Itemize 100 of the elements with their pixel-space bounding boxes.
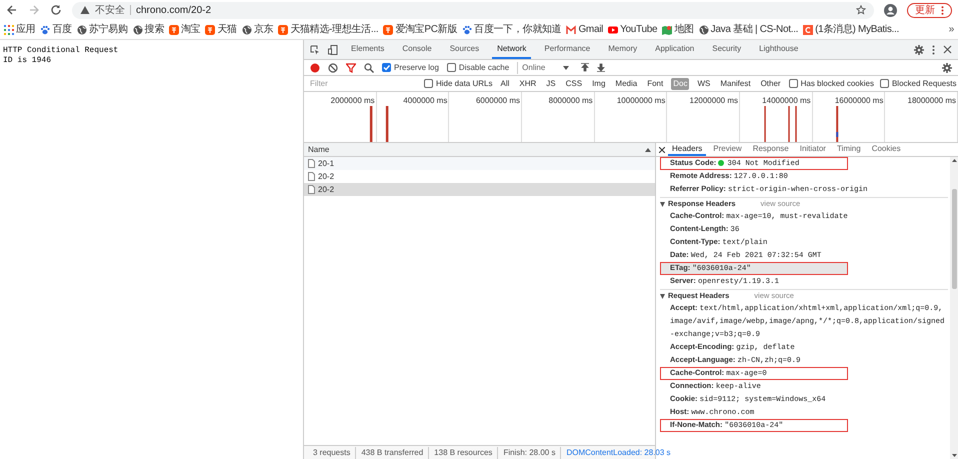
resource-type-filter[interactable]: JS bbox=[544, 78, 558, 90]
disable-cache-checkbox[interactable]: Disable cache bbox=[446, 62, 510, 74]
more-bookmarks-button[interactable]: » bbox=[948, 22, 954, 37]
map-icon bbox=[662, 24, 672, 34]
bookmark[interactable]: 天猫 bbox=[205, 22, 237, 37]
status-text: Finish: 28.00 s bbox=[498, 446, 562, 458]
detail-tab[interactable]: Response bbox=[748, 143, 793, 156]
page-text: ID is 1946 bbox=[3, 56, 52, 66]
star-icon bbox=[856, 5, 866, 15]
tao-icon bbox=[169, 24, 180, 34]
resource-type-filter[interactable]: All bbox=[498, 78, 512, 90]
devtools-tab[interactable]: Lighthouse bbox=[754, 40, 804, 59]
checkbox-icon[interactable] bbox=[446, 63, 456, 72]
inspect-icon bbox=[310, 44, 320, 54]
checkbox-icon[interactable] bbox=[788, 79, 798, 88]
detail-tab[interactable]: Headers bbox=[668, 143, 706, 156]
detail-tab[interactable]: Preview bbox=[709, 143, 746, 156]
request-row[interactable]: 20-2 bbox=[304, 183, 655, 196]
mail-icon bbox=[566, 24, 576, 34]
hide-data-urls-checkbox[interactable]: Hide data URLs bbox=[424, 78, 492, 90]
devtools-tab[interactable]: Sources bbox=[444, 40, 484, 59]
detail-tab[interactable]: Initiator bbox=[796, 143, 830, 156]
timeline-tick-label: 16000000 ms bbox=[834, 96, 884, 105]
checkbox-icon[interactable] bbox=[880, 79, 889, 88]
resource-type-filter[interactable]: Img bbox=[590, 78, 608, 90]
forward-icon bbox=[28, 4, 40, 16]
bookmark[interactable]: 淘宝 bbox=[169, 22, 200, 37]
paw-icon bbox=[462, 24, 472, 34]
clear-icon bbox=[328, 62, 338, 72]
resource-type-filter[interactable]: Media bbox=[613, 78, 640, 90]
detail-tab[interactable]: Cookies bbox=[868, 143, 905, 156]
bookmark[interactable]: 搜索 bbox=[132, 22, 164, 37]
bookmark[interactable]: Gmail bbox=[566, 22, 604, 37]
detail-tab[interactable]: Timing bbox=[832, 143, 865, 156]
blocked-requests-checkbox[interactable]: Blocked Requests bbox=[880, 78, 956, 90]
devtools-tab[interactable]: Elements bbox=[346, 40, 390, 59]
security-label: 不安全 bbox=[95, 4, 125, 18]
devtools-tab[interactable]: Application bbox=[650, 40, 700, 59]
bookmark[interactable]: (1条消息) MyBatis... bbox=[803, 22, 899, 37]
bookmark[interactable]: 京东 bbox=[242, 22, 274, 37]
status-text: 438 B transferred bbox=[356, 446, 430, 458]
account-icon bbox=[884, 4, 897, 16]
devtools-tab[interactable]: Memory bbox=[603, 40, 642, 59]
timeline-tick-label: 18000000 ms bbox=[908, 96, 956, 105]
reload-icon bbox=[50, 4, 62, 16]
paw-icon bbox=[40, 24, 50, 34]
upload-icon bbox=[581, 63, 590, 72]
devtools-tab[interactable]: Performance bbox=[539, 40, 596, 59]
tao-icon bbox=[278, 24, 288, 34]
bookmark[interactable]: 苏宁易购 bbox=[76, 22, 128, 37]
devtools-tab[interactable]: Security bbox=[707, 40, 746, 59]
caret-icon bbox=[563, 66, 570, 70]
timeline-tick-label: 12000000 ms bbox=[690, 96, 738, 105]
bookmark[interactable]: 百度 bbox=[40, 22, 72, 37]
preserve-log-checkbox[interactable]: Preserve log bbox=[382, 62, 439, 74]
triangle-icon bbox=[660, 294, 665, 298]
request-row[interactable]: 20-1 bbox=[304, 157, 655, 170]
timeline-tick-label: 6000000 ms bbox=[476, 96, 520, 105]
page-text: HTTP Conditional Request bbox=[3, 46, 120, 56]
sort-icon bbox=[645, 148, 651, 152]
resource-type-filter[interactable]: Manifest bbox=[718, 78, 753, 90]
c-logo-icon bbox=[803, 24, 814, 34]
resource-type-filter[interactable]: Other bbox=[758, 78, 783, 90]
devtools-tab[interactable]: Network bbox=[492, 40, 532, 59]
status-text: 3 requests bbox=[308, 446, 356, 458]
globe-icon bbox=[242, 24, 252, 34]
triangle-icon bbox=[660, 202, 665, 206]
filter-field[interactable]: Filter bbox=[310, 78, 418, 90]
caret-down-icon bbox=[952, 454, 956, 457]
more-icon bbox=[932, 44, 935, 54]
resource-type-filter[interactable]: Font bbox=[645, 78, 666, 90]
update-button[interactable]: 更新 bbox=[907, 2, 952, 18]
bookmark[interactable]: 百度一下，你就知道 bbox=[462, 22, 562, 37]
blocked-cookies-checkbox[interactable]: Has blocked cookies bbox=[788, 78, 874, 90]
checkbox-icon[interactable] bbox=[424, 79, 433, 88]
bookmark[interactable]: 应用 bbox=[4, 22, 36, 37]
address-bar[interactable]: 不安全 chrono.com/20-2 bbox=[72, 2, 874, 18]
bookmark[interactable]: Java 基础 | CS-Not... bbox=[698, 22, 798, 37]
filter-icon bbox=[346, 62, 356, 72]
globe-icon bbox=[698, 24, 709, 34]
timeline-tick-label: 8000000 ms bbox=[548, 96, 593, 105]
tao-icon bbox=[383, 24, 394, 34]
timeline-tick-label: 4000000 ms bbox=[403, 96, 448, 105]
globe-icon bbox=[132, 24, 143, 34]
close-icon bbox=[943, 45, 952, 54]
resource-type-filter[interactable]: CSS bbox=[564, 78, 584, 90]
throttling-dropdown[interactable]: Online bbox=[517, 62, 574, 74]
resource-type-filter[interactable]: WS bbox=[695, 78, 712, 90]
bookmark[interactable]: 地图 bbox=[662, 22, 694, 37]
bookmark[interactable]: 爱淘宝PC新版 bbox=[383, 22, 458, 37]
bookmark[interactable]: YouTube bbox=[608, 22, 658, 37]
checkbox-icon[interactable] bbox=[382, 63, 391, 72]
bookmark[interactable]: 天猫精选-理想生活... bbox=[278, 22, 378, 37]
warning-icon bbox=[80, 5, 90, 15]
resource-type-filter[interactable]: XHR bbox=[517, 78, 538, 90]
devtools-tab[interactable]: Console bbox=[397, 40, 437, 59]
column-header[interactable]: Name bbox=[308, 144, 330, 156]
scrollbar[interactable] bbox=[950, 157, 958, 459]
more-icon bbox=[941, 6, 944, 14]
settings-icon bbox=[914, 44, 924, 54]
